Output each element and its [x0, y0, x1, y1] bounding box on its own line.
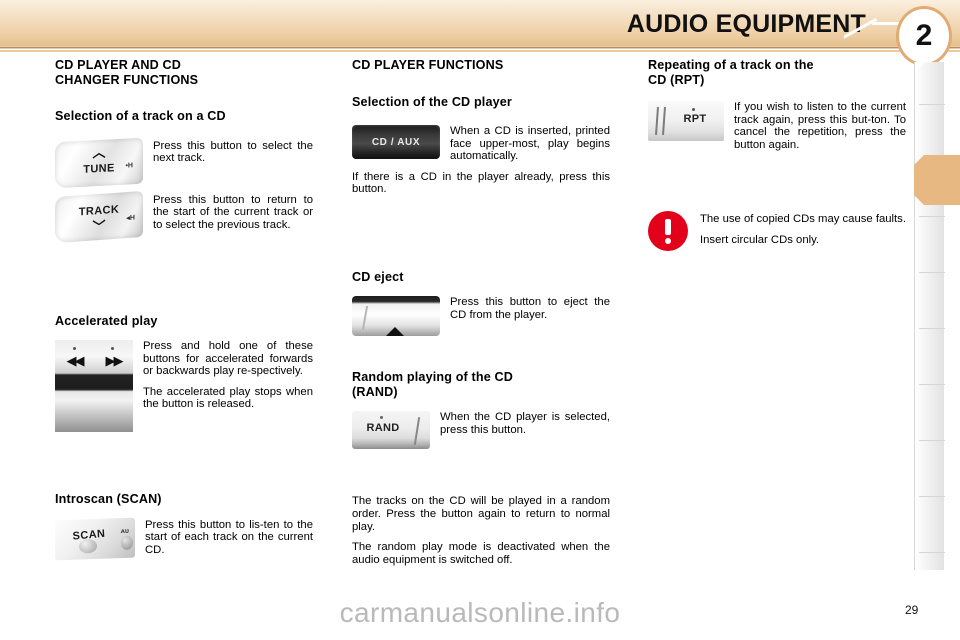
rand-divider-line — [413, 417, 421, 446]
rewind-icon: ◀◀ — [66, 353, 85, 368]
subsection-random-line-1: Random playing of the CD — [352, 370, 514, 385]
scan-knob-icon — [79, 538, 97, 554]
cd-aux-description-2: If there is a CD in the player already, … — [352, 170, 610, 196]
section-title-cd-player-functions: CD PLAYER FUNCTIONS — [352, 58, 504, 72]
tab-strip-corner — [915, 62, 925, 72]
scan-button-image[interactable]: SCAN ᴀᴜ — [55, 517, 135, 560]
scan-button-row: SCAN ᴀᴜ Press this button to lis-ten to … — [55, 517, 313, 560]
eject-button-image[interactable] — [352, 296, 440, 337]
eject-icon — [386, 310, 406, 337]
section-title-line-2: CHANGER FUNCTIONS — [55, 72, 199, 87]
track-button-row: TRACK ◂H ﹀ Press this button to return t… — [55, 190, 313, 243]
rpt-indicator-dot — [692, 108, 695, 111]
subsection-random-playing: Random playing of the CD (RAND) — [352, 370, 610, 399]
rand-button-image[interactable]: RAND — [352, 411, 430, 450]
subsection-selection-of-track: Selection of a track on a CD — [55, 109, 226, 123]
chevron-up-icon: ︿ — [92, 144, 106, 160]
rpt-button-row: RPT If you wish to listen to the current… — [648, 101, 906, 151]
section-title-line-1: CD PLAYER AND CD — [55, 58, 182, 72]
tune-button-row: ︿ TUNE •H Press this button to select th… — [55, 137, 313, 188]
warning-exclamation-icon — [648, 211, 688, 252]
track-description: Press this button to return to the start… — [153, 193, 313, 231]
scan-description: Press this button to lis-ten to the star… — [145, 518, 313, 556]
eject-description: Press this button to eject the CD from t… — [450, 296, 610, 322]
scan-button-mini-icon: ᴀᴜ — [120, 527, 129, 535]
subsection-random-line-2: (RAND) — [352, 384, 398, 399]
cd-aux-button-image[interactable]: CD / AUX — [352, 125, 440, 159]
rand-button-row: RAND When the CD player is selected, pre… — [352, 411, 610, 450]
header-divider-rule-secondary — [0, 50, 960, 52]
rand-indicator-dot — [380, 416, 383, 420]
warning-text-1: The use of copied CDs may cause faults. — [700, 213, 906, 226]
header-divider-rule — [0, 46, 960, 49]
tune-description: Press this button to select the next tra… — [153, 139, 313, 165]
column-right: Repeating of a track on the CD (RPT) RPT… — [648, 58, 906, 252]
chapter-number-label: 2 — [915, 19, 933, 52]
cd-aux-button-label: CD / AUX — [371, 136, 421, 148]
section-title-repeat-line-1: Repeating of a track on the — [648, 58, 814, 72]
rpt-description: If you wish to listen to the current tra… — [734, 101, 906, 151]
eject-highlight-line — [361, 306, 369, 331]
section-title-repeat-line-2: CD (RPT) — [648, 72, 705, 87]
rand-button-label: RAND — [366, 422, 400, 435]
section-title-repeating-track: Repeating of a track on the CD (RPT) — [648, 58, 906, 87]
eject-button-row: Press this button to eject the CD from t… — [352, 296, 610, 337]
warning-callout: The use of copied CDs may cause faults. … — [648, 211, 906, 252]
chapter-tab-strip — [914, 62, 945, 570]
rand-description-3: The random play mode is deactivated when… — [352, 541, 610, 566]
fast-forward-rewind-button-image[interactable]: ◀◀ ▶▶ — [55, 340, 133, 432]
section-title-cd-player-changer: CD PLAYER AND CD CHANGER FUNCTIONS — [55, 58, 313, 87]
track-button-mini-icon: ◂H — [126, 213, 135, 222]
page-title: AUDIO EQUIPMENT — [626, 10, 866, 38]
cd-aux-description-1: When a CD is inserted, printed face uppe… — [450, 125, 610, 163]
page-number: 29 — [905, 603, 919, 617]
column-left: CD PLAYER AND CD CHANGER FUNCTIONS Selec… — [55, 58, 313, 560]
rand-description-2: The tracks on the CD will be played in a… — [352, 495, 610, 533]
accelerated-play-description-2: The accelerated play stops when the butt… — [143, 385, 313, 411]
accelerated-play-description-1: Press and hold one of these buttons for … — [143, 340, 313, 378]
chevron-down-icon: ﹀ — [92, 218, 106, 234]
chapter-number-badge: 2 — [896, 6, 952, 66]
tune-button-mini-icon: •H — [125, 161, 133, 170]
scan-knob-secondary-icon — [121, 535, 133, 550]
column-middle: CD PLAYER FUNCTIONS Selection of the CD … — [352, 58, 610, 566]
accelerated-play-row: ◀◀ ▶▶ Press and hold one of these button… — [55, 340, 313, 432]
track-button-image[interactable]: TRACK ◂H ﹀ — [55, 190, 143, 243]
fast-forward-icon: ▶▶ — [105, 353, 124, 368]
subsection-selection-of-cd-player: Selection of the CD player — [352, 94, 512, 109]
chapter-tab-active-marker[interactable] — [914, 155, 960, 205]
subsection-accelerated-play: Accelerated play — [55, 313, 158, 328]
site-watermark: carmanualsonline.info — [339, 597, 621, 628]
tune-button-image[interactable]: ︿ TUNE •H — [55, 137, 143, 188]
rpt-button-image[interactable]: RPT — [648, 101, 724, 141]
subsection-introscan: Introscan (SCAN) — [55, 492, 162, 506]
rpt-button-label: RPT — [683, 113, 707, 125]
warning-text-2: Insert circular CDs only. — [700, 233, 820, 246]
rand-description: When the CD player is selected, press th… — [440, 411, 610, 437]
cdaux-button-row: CD / AUX When a CD is inserted, printed … — [352, 125, 610, 163]
subsection-cd-eject: CD eject — [352, 269, 404, 284]
